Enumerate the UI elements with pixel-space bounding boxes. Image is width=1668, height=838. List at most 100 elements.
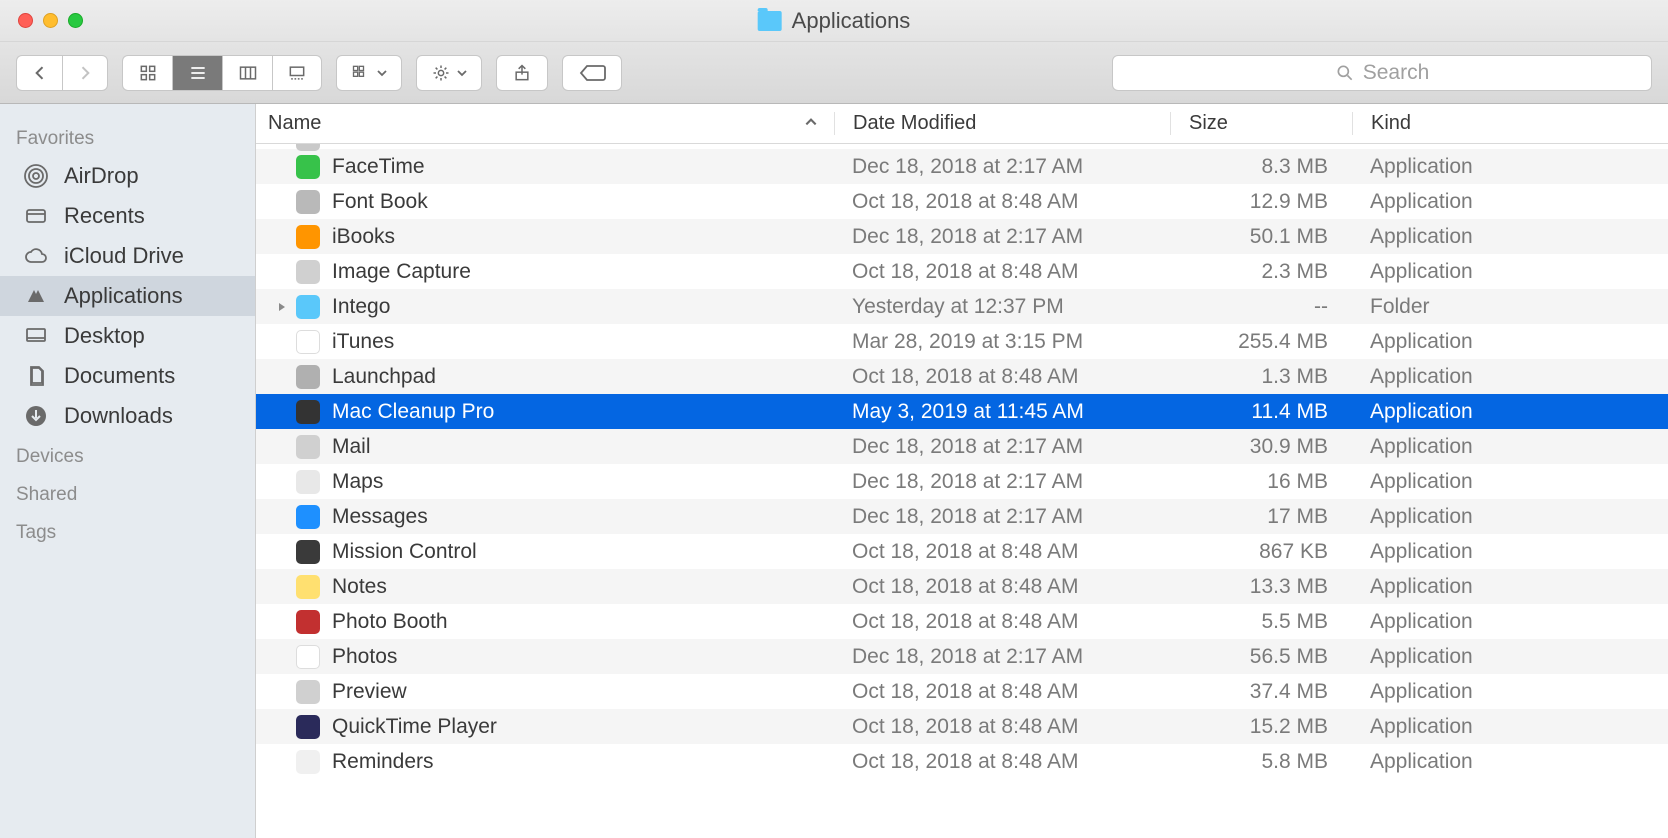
gallery-view-button[interactable] xyxy=(272,55,322,91)
file-size: 5.5 MB xyxy=(1170,610,1352,634)
app-icon xyxy=(296,540,320,564)
table-row[interactable]: Photo Booth Oct 18, 2018 at 8:48 AM 5.5 … xyxy=(256,604,1668,639)
minimize-window-button[interactable] xyxy=(43,13,58,28)
column-header-kind[interactable]: Kind xyxy=(1352,112,1668,135)
file-name: Mission Control xyxy=(332,540,477,564)
arrange-button[interactable] xyxy=(336,55,402,91)
tag-icon xyxy=(578,63,606,83)
forward-button[interactable] xyxy=(62,55,108,91)
table-row[interactable]: Maps Dec 18, 2018 at 2:17 AM 16 MB Appli… xyxy=(256,464,1668,499)
table-row[interactable]: Launchpad Oct 18, 2018 at 8:48 AM 1.3 MB… xyxy=(256,359,1668,394)
table-row[interactable]: Mail Dec 18, 2018 at 2:17 AM 30.9 MB App… xyxy=(256,429,1668,464)
sidebar-item-documents[interactable]: Documents xyxy=(0,356,255,396)
file-kind: Application xyxy=(1352,365,1668,389)
grid-icon xyxy=(138,63,158,83)
column-header-size[interactable]: Size xyxy=(1170,112,1352,135)
cloud-icon xyxy=(22,244,50,268)
file-date: Oct 18, 2018 at 8:48 AM xyxy=(834,540,1170,564)
tags-button[interactable] xyxy=(562,55,622,91)
sidebar-item-applications[interactable]: Applications xyxy=(0,276,255,316)
table-row[interactable]: iTunes Mar 28, 2019 at 3:15 PM 255.4 MB … xyxy=(256,324,1668,359)
toolbar: Search xyxy=(0,42,1668,104)
file-name: QuickTime Player xyxy=(332,715,497,739)
zoom-window-button[interactable] xyxy=(68,13,83,28)
app-icon xyxy=(296,750,320,774)
sidebar-section-favorites: Favorites xyxy=(0,118,255,156)
window-title: Applications xyxy=(758,8,911,34)
share-button[interactable] xyxy=(496,55,548,91)
app-icon xyxy=(296,330,320,354)
file-kind: Application xyxy=(1352,680,1668,704)
column-headers: Name Date Modified Size Kind xyxy=(256,104,1668,144)
table-row[interactable]: QuickTime Player Oct 18, 2018 at 8:48 AM… xyxy=(256,709,1668,744)
sidebar-item-downloads[interactable]: Downloads xyxy=(0,396,255,436)
file-size: 255.4 MB xyxy=(1170,330,1352,354)
table-row[interactable]: Reminders Oct 18, 2018 at 8:48 AM 5.8 MB… xyxy=(256,744,1668,779)
file-kind: Application xyxy=(1352,225,1668,249)
documents-icon xyxy=(22,364,50,388)
file-name: Image Capture xyxy=(332,260,471,284)
file-date: Dec 18, 2018 at 2:17 AM xyxy=(834,225,1170,249)
file-date: Mar 28, 2019 at 3:15 PM xyxy=(834,330,1170,354)
table-row[interactable]: Font Book Oct 18, 2018 at 8:48 AM 12.9 M… xyxy=(256,184,1668,219)
file-name: Reminders xyxy=(332,750,434,774)
app-icon xyxy=(296,470,320,494)
file-name: iBooks xyxy=(332,225,395,249)
search-input[interactable]: Search xyxy=(1112,55,1652,91)
icon-view-button[interactable] xyxy=(122,55,172,91)
table-row[interactable]: Preview Oct 18, 2018 at 8:48 AM 37.4 MB … xyxy=(256,674,1668,709)
table-row[interactable]: Mission Control Oct 18, 2018 at 8:48 AM … xyxy=(256,534,1668,569)
sidebar-item-desktop[interactable]: Desktop xyxy=(0,316,255,356)
column-header-date[interactable]: Date Modified xyxy=(834,112,1170,135)
column-view-button[interactable] xyxy=(222,55,272,91)
file-date: Dec 18, 2018 at 2:17 AM xyxy=(834,470,1170,494)
app-icon xyxy=(296,295,320,319)
sidebar-item-airdrop[interactable]: AirDrop xyxy=(0,156,255,196)
file-size: -- xyxy=(1170,295,1352,319)
table-row[interactable]: Photos Dec 18, 2018 at 2:17 AM 56.5 MB A… xyxy=(256,639,1668,674)
file-name: FaceTime xyxy=(332,155,425,179)
table-row[interactable]: FaceTime Dec 18, 2018 at 2:17 AM 8.3 MB … xyxy=(256,149,1668,184)
app-icon xyxy=(296,435,320,459)
table-row[interactable]: Intego Yesterday at 12:37 PM -- Folder xyxy=(256,289,1668,324)
back-button[interactable] xyxy=(16,55,62,91)
file-date: Yesterday at 12:37 PM xyxy=(834,295,1170,319)
file-size: 50.1 MB xyxy=(1170,225,1352,249)
action-button[interactable] xyxy=(416,55,482,91)
file-name: Messages xyxy=(332,505,428,529)
file-kind: Folder xyxy=(1352,295,1668,319)
sidebar-item-label: Documents xyxy=(64,363,175,389)
file-date: Oct 18, 2018 at 8:48 AM xyxy=(834,260,1170,284)
file-kind: Application xyxy=(1352,715,1668,739)
table-row[interactable]: Notes Oct 18, 2018 at 8:48 AM 13.3 MB Ap… xyxy=(256,569,1668,604)
file-name: Intego xyxy=(332,295,390,319)
file-size: 37.4 MB xyxy=(1170,680,1352,704)
column-header-name[interactable]: Name xyxy=(256,112,834,135)
sidebar-item-icloud[interactable]: iCloud Drive xyxy=(0,236,255,276)
sidebar-item-label: Applications xyxy=(64,283,183,309)
file-date: Oct 18, 2018 at 8:48 AM xyxy=(834,715,1170,739)
arrange-icon xyxy=(350,63,372,83)
table-row[interactable]: Messages Dec 18, 2018 at 2:17 AM 17 MB A… xyxy=(256,499,1668,534)
file-date: Oct 18, 2018 at 8:48 AM xyxy=(834,750,1170,774)
titlebar: Applications xyxy=(0,0,1668,42)
file-kind: Application xyxy=(1352,330,1668,354)
close-window-button[interactable] xyxy=(18,13,33,28)
sidebar-section-devices: Devices xyxy=(0,436,255,474)
file-name: Font Book xyxy=(332,190,428,214)
table-row[interactable]: Mac Cleanup Pro May 3, 2019 at 11:45 AM … xyxy=(256,394,1668,429)
file-name: Photo Booth xyxy=(332,610,448,634)
sidebar-item-recents[interactable]: Recents xyxy=(0,196,255,236)
file-name: Photos xyxy=(332,645,397,669)
file-kind: Application xyxy=(1352,750,1668,774)
app-icon xyxy=(296,645,320,669)
app-icon xyxy=(296,400,320,424)
disclosure-triangle[interactable] xyxy=(268,301,296,313)
airdrop-icon xyxy=(22,164,50,188)
table-row[interactable]: Image Capture Oct 18, 2018 at 8:48 AM 2.… xyxy=(256,254,1668,289)
file-size: 2.3 MB xyxy=(1170,260,1352,284)
table-row[interactable]: iBooks Dec 18, 2018 at 2:17 AM 50.1 MB A… xyxy=(256,219,1668,254)
file-date: Oct 18, 2018 at 8:48 AM xyxy=(834,190,1170,214)
list-view-button[interactable] xyxy=(172,55,222,91)
file-size: 5.8 MB xyxy=(1170,750,1352,774)
